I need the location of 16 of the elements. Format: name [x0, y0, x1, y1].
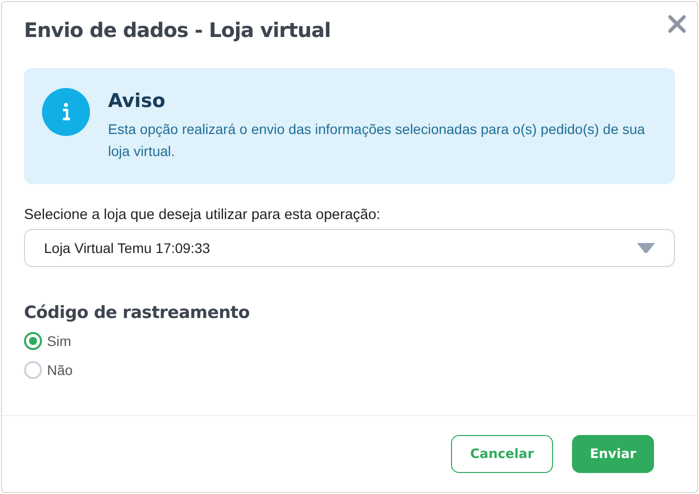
notice-title: Aviso [108, 90, 166, 112]
close-icon[interactable] [667, 14, 687, 34]
radio-button[interactable] [24, 332, 42, 350]
notice-text: Esta opção realizará o envio das informações selecionadas para o(s) pedido(s) de sua loja virtual. [108, 120, 646, 161]
send-button[interactable]: Enviar [572, 435, 654, 473]
field-label: Selecione a loja que deseja utilizar para esta operação: [24, 207, 382, 223]
info-icon [42, 88, 90, 136]
radio-label: Sim [47, 332, 72, 348]
caret-icon [636, 242, 656, 254]
section-title: Código de rastreamento [24, 303, 251, 323]
radio-label: Não [47, 362, 73, 378]
cancel-button[interactable]: Cancelar [451, 435, 553, 473]
dropdown-value: Loja Virtual Temu 17:09:33 [44, 240, 210, 256]
dialog-title: Envio de dados - Loja virtual [24, 18, 332, 42]
radio-button[interactable] [24, 360, 42, 378]
store-dropdown[interactable]: Loja Virtual Temu 17:09:33 [24, 229, 675, 267]
